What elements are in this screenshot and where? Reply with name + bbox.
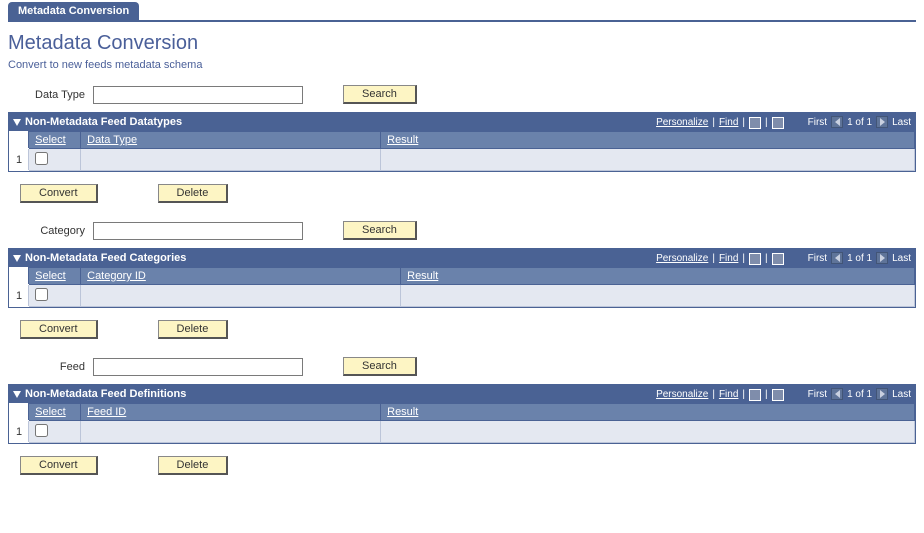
find-link[interactable]: Find: [719, 389, 738, 400]
grid-datatypes: Non-Metadata Feed Datatypes Personalize …: [8, 112, 916, 172]
select-checkbox[interactable]: [35, 152, 48, 165]
tab-metadata-conversion[interactable]: Metadata Conversion: [8, 2, 139, 20]
download-icon[interactable]: [772, 389, 784, 401]
collapse-icon[interactable]: [13, 119, 21, 126]
row-number: 1: [10, 149, 29, 171]
convert-button[interactable]: Convert: [20, 456, 98, 475]
col-select[interactable]: Select: [29, 404, 81, 421]
pager-text: 1 of 1: [847, 253, 872, 264]
grid-categories: Non-Metadata Feed Categories Personalize…: [8, 248, 916, 308]
convert-button[interactable]: Convert: [20, 184, 98, 203]
delete-button[interactable]: Delete: [158, 456, 229, 475]
grid-definitions-title: Non-Metadata Feed Definitions: [25, 388, 186, 400]
grid-datatypes-table: Select Data Type Result 1: [9, 131, 915, 171]
personalize-link[interactable]: Personalize: [656, 117, 708, 128]
delete-button[interactable]: Delete: [158, 184, 229, 203]
datatype-input[interactable]: [93, 86, 303, 104]
pager-text: 1 of 1: [847, 389, 872, 400]
cell-result: [381, 149, 915, 171]
table-row: 1: [10, 285, 915, 307]
datatype-search-button[interactable]: Search: [343, 85, 417, 104]
collapse-icon[interactable]: [13, 391, 21, 398]
cell-result: [401, 285, 915, 307]
grid-datatypes-header: Non-Metadata Feed Datatypes Personalize …: [9, 113, 915, 131]
col-select[interactable]: Select: [29, 132, 81, 149]
grid-definitions-header: Non-Metadata Feed Definitions Personaliz…: [9, 385, 915, 403]
col-result[interactable]: Result: [401, 268, 915, 285]
page-description: Convert to new feeds metadata schema: [8, 59, 916, 71]
grid-categories-header: Non-Metadata Feed Categories Personalize…: [9, 249, 915, 267]
personalize-link[interactable]: Personalize: [656, 389, 708, 400]
cell-feedid: [81, 421, 381, 443]
last-link[interactable]: Last: [892, 253, 911, 264]
last-link[interactable]: Last: [892, 389, 911, 400]
col-result[interactable]: Result: [381, 132, 915, 149]
table-row: 1: [10, 149, 915, 171]
grid-definitions-table: Select Feed ID Result 1: [9, 403, 915, 443]
prev-icon[interactable]: [831, 252, 843, 264]
feed-label: Feed: [8, 361, 93, 373]
tab-bar: Metadata Conversion: [8, 2, 916, 22]
category-label: Category: [8, 225, 93, 237]
next-icon[interactable]: [876, 116, 888, 128]
definitions-button-row: Convert Delete: [20, 456, 916, 475]
prev-icon[interactable]: [831, 116, 843, 128]
col-feedid[interactable]: Feed ID: [81, 404, 381, 421]
page-title: Metadata Conversion: [8, 32, 916, 55]
row-number: 1: [10, 285, 29, 307]
grid-categories-table: Select Category ID Result 1: [9, 267, 915, 307]
convert-button[interactable]: Convert: [20, 320, 98, 339]
download-icon[interactable]: [772, 253, 784, 265]
first-link[interactable]: First: [808, 389, 827, 400]
last-link[interactable]: Last: [892, 117, 911, 128]
category-search-row: Category Search: [8, 221, 916, 240]
find-link[interactable]: Find: [719, 253, 738, 264]
cell-datatype: [81, 149, 381, 171]
col-result[interactable]: Result: [381, 404, 915, 421]
feed-search-row: Feed Search: [8, 357, 916, 376]
datatypes-button-row: Convert Delete: [20, 184, 916, 203]
datatype-search-row: Data Type Search: [8, 85, 916, 104]
delete-button[interactable]: Delete: [158, 320, 229, 339]
feed-input[interactable]: [93, 358, 303, 376]
select-checkbox[interactable]: [35, 424, 48, 437]
col-datatype[interactable]: Data Type: [81, 132, 381, 149]
cell-categoryid: [81, 285, 401, 307]
col-categoryid[interactable]: Category ID: [81, 268, 401, 285]
find-link[interactable]: Find: [719, 117, 738, 128]
select-checkbox[interactable]: [35, 288, 48, 301]
download-icon[interactable]: [772, 117, 784, 129]
row-number: 1: [10, 421, 29, 443]
feed-search-button[interactable]: Search: [343, 357, 417, 376]
zoom-icon[interactable]: [749, 117, 761, 129]
next-icon[interactable]: [876, 252, 888, 264]
col-select[interactable]: Select: [29, 268, 81, 285]
category-input[interactable]: [93, 222, 303, 240]
collapse-icon[interactable]: [13, 255, 21, 262]
prev-icon[interactable]: [831, 388, 843, 400]
category-search-button[interactable]: Search: [343, 221, 417, 240]
pager-text: 1 of 1: [847, 117, 872, 128]
grid-categories-title: Non-Metadata Feed Categories: [25, 252, 186, 264]
cell-result: [381, 421, 915, 443]
zoom-icon[interactable]: [749, 389, 761, 401]
next-icon[interactable]: [876, 388, 888, 400]
first-link[interactable]: First: [808, 117, 827, 128]
datatype-label: Data Type: [8, 89, 93, 101]
zoom-icon[interactable]: [749, 253, 761, 265]
categories-button-row: Convert Delete: [20, 320, 916, 339]
table-row: 1: [10, 421, 915, 443]
personalize-link[interactable]: Personalize: [656, 253, 708, 264]
grid-definitions: Non-Metadata Feed Definitions Personaliz…: [8, 384, 916, 444]
first-link[interactable]: First: [808, 253, 827, 264]
grid-datatypes-title: Non-Metadata Feed Datatypes: [25, 116, 182, 128]
